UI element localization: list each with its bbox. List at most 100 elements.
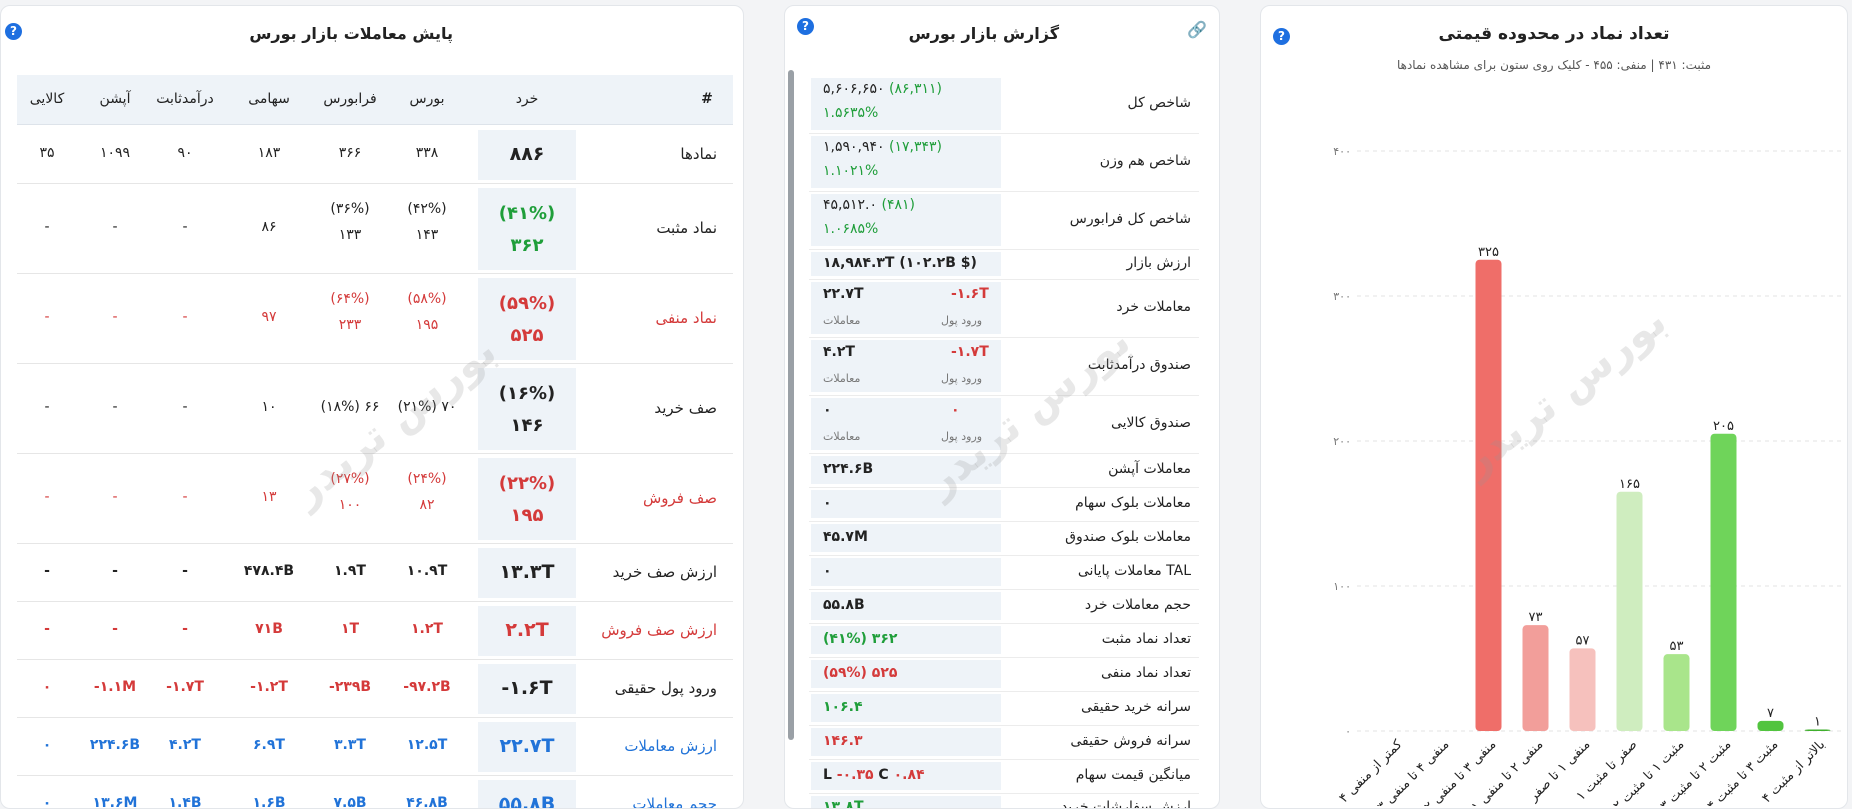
chart-bar[interactable] [1757, 720, 1784, 731]
y-tick-label: ۲۰۰ [1333, 435, 1351, 448]
report-row: میانگین قیمت سهام L -۰.۳۵ C ۰.۸۴ L -۰.۳۵… [809, 760, 1199, 794]
report-row-label: صندوق درآمدثابت [1087, 357, 1191, 373]
table-row: صف فروش (۲۲%) ۱۹۵ (۲۴%)|۸۲ (۲۴%)۸۲ (۲۷%)|۱… [17, 454, 733, 544]
table-cell: ۱.۶B [252, 795, 286, 809]
chart-bar[interactable] [1522, 625, 1549, 731]
table-cell: ۴۷۸.۴B [243, 563, 295, 579]
table-cell: ۱۰.۹T [406, 563, 448, 579]
retail-value: ۲.۲T [505, 619, 549, 641]
report-row-label: صندوق کالایی [1110, 415, 1191, 431]
report-row: معاملات بلوک صندوق ۴۵.۷M [809, 522, 1199, 556]
table-row: حجم معاملات ۵۵.۸B ۴۶.۸B ۷.۵B ۱.۶B ۱.۴B ۱۳.۶M ۰ [17, 776, 733, 809]
report-row-value: ۲۲۴.۶B [811, 456, 1001, 484]
chart-bar[interactable] [1475, 259, 1502, 731]
trade-panel-title: پایش معاملات بازار بورس [249, 24, 453, 43]
report-row-label: سرانه فروش حقیقی [1070, 733, 1191, 749]
report-row: ارزش سفارشات خرید ۱۳.۸T [809, 794, 1199, 809]
chart-bar[interactable] [1569, 648, 1596, 731]
retail-value: ۵۵.۸B [498, 793, 556, 809]
table-cell: (۶۴%)|۲۳۳ (۶۴%)۲۳۳ [330, 291, 370, 333]
report-row: صندوق درآمدثابت ۴.۲T -۱.۷T معاملات ورود … [809, 338, 1199, 396]
retail-value: ۳۶۲ [510, 235, 544, 256]
retail-cell: (۱۶%) ۱۴۶ [478, 368, 576, 450]
chart-bar[interactable] [1663, 654, 1690, 731]
column-header[interactable]: بورس [387, 91, 467, 107]
column-header[interactable]: # [667, 91, 743, 107]
report-row: معاملات بلوک سهام ۰ [809, 488, 1199, 522]
column-header[interactable]: آپشن [75, 91, 155, 107]
report-row-label: ارزش سفارشات خرید [1060, 799, 1191, 809]
table-cell: (۳۶%)|۱۳۳ (۳۶%)۱۳۳ [330, 201, 370, 243]
trade-sub-label: معاملات [823, 314, 861, 327]
column-header[interactable]: فرابورس [310, 91, 390, 107]
report-row: ارزش بازار ۱۸,۹۸۴.۳T (۱۰۲.۲B $) [809, 250, 1199, 280]
retail-value: ۲۲.۷T [499, 735, 555, 757]
table-cell: -۹۷.۲B [403, 679, 451, 695]
report-row: معاملات آپشن ۲۲۴.۶B [809, 454, 1199, 488]
bar-value-label: ۱۶۵ [1619, 477, 1640, 492]
row-label: صف خرید [654, 399, 717, 417]
table-row: ارزش صف خرید ۱۳.۳T ۱۰.۹T ۱.۹T ۴۷۸.۴B - - - [17, 544, 733, 602]
retail-value: ۱۹۵ [510, 505, 544, 526]
table-row: صف خرید (۱۶%) ۱۴۶ (۲۱%) ۷۰ (۱۸%) ۶۶ ۱۰- - - [17, 364, 733, 454]
chart-bar[interactable] [1710, 433, 1737, 731]
trade-value: ۴.۲T [823, 344, 855, 360]
table-cell: (۴۲%)|۱۴۳ (۴۲%)۱۴۳ [407, 201, 447, 243]
report-value-text: ۱۰۶.۴ [823, 699, 863, 715]
help-icon[interactable]: ? [797, 18, 814, 35]
table-cell: (۲۷%)|۱۰۰ (۲۷%)۱۰۰ [330, 471, 370, 513]
inflow-sub-label: ورود پول [941, 372, 983, 385]
chart-bar[interactable] [1804, 729, 1831, 731]
inflow-sub-label: ورود پول [941, 314, 983, 327]
report-value-text: ۱۸,۹۸۴.۳T (۱۰۲.۲B $) [823, 255, 977, 271]
report-row: سرانه خرید حقیقی ۱۰۶.۴ [809, 692, 1199, 726]
column-header[interactable]: سهامی [229, 91, 309, 107]
table-cell: ۷.۵B [333, 795, 367, 809]
report-row-value: ۲۲.۷T -۱.۶T معاملات ورود پول [811, 282, 1001, 334]
index-value: ۵,۶۰۶,۶۵۰ [823, 81, 885, 97]
row-label: نماد مثبت [656, 219, 717, 237]
bar-value-label: ۳۲۵ [1478, 245, 1499, 260]
table-row: ارزش صف فروش ۲.۲T ۱.۲T ۱T ۷۱B - - - [17, 602, 733, 660]
column-header[interactable]: کالایی [7, 91, 87, 107]
money-inflow-value: ۰ [951, 402, 960, 418]
table-cell: ۱۰ [261, 399, 277, 415]
report-row-label: تعداد نماد مثبت [1101, 631, 1191, 647]
report-row-label: میانگین قیمت سهام [1075, 767, 1191, 783]
report-value-text: ۴۵.۷M [823, 529, 868, 545]
report-row-label: ارزش بازار [1126, 255, 1191, 271]
report-row-label: معاملات خرد [1116, 299, 1191, 315]
bar-value-label: ۲۰۵ [1713, 419, 1734, 434]
help-icon[interactable]: ? [5, 23, 22, 40]
trade-sub-label: معاملات [823, 372, 861, 385]
index-change: (۸۶,۳۱۱) [889, 81, 942, 97]
row-label: صف فروش [642, 489, 717, 507]
table-cell: (۱۸%) ۶۶ [320, 399, 380, 415]
y-tick-label: ۰ [1345, 725, 1351, 738]
column-header[interactable]: خرد [487, 91, 567, 107]
row-label: ارزش صف فروش [601, 621, 717, 639]
report-row-label: معاملات بلوک سهام [1075, 495, 1191, 511]
table-cell: ۳۶۶ [338, 145, 362, 161]
column-header[interactable]: درآمدثابت [145, 91, 225, 107]
retail-cell: ۸۸۶ [478, 130, 576, 180]
report-row: معاملات پایانی TAL ۰ [809, 556, 1199, 590]
row-label: نمادها [680, 145, 717, 163]
table-cell: ۱.۲T [411, 621, 443, 637]
money-inflow-value: -۱.۶T [951, 286, 989, 302]
report-row-value: ۱۴۶.۳ [811, 728, 1001, 756]
retail-value: ۱۴۶ [510, 415, 544, 436]
link-icon[interactable]: 🔗 [1187, 20, 1207, 39]
table-cell: ۱۸۳ [257, 145, 281, 161]
report-row-label: تعداد نماد منفی [1101, 665, 1191, 681]
chart-bar[interactable] [1616, 491, 1643, 731]
report-row-value: ۵۵.۸B [811, 592, 1001, 620]
table-row: نماد مثبت (۴۱%) ۳۶۲ (۴۲%)|۱۴۳ (۴۲%)۱۴۳ (۳۶… [17, 184, 733, 274]
table-cell: ۳۳۸ [415, 145, 439, 161]
retail-cell: ۵۵.۸B [478, 780, 576, 809]
table-cell: ۴۶.۸B [406, 795, 448, 809]
table-cell: ۱۲.۵T [406, 737, 448, 753]
report-row-label: شاخص کل [1127, 95, 1191, 111]
report-scrollbar[interactable] [788, 70, 794, 740]
report-row-value: ۰ [811, 558, 1001, 586]
